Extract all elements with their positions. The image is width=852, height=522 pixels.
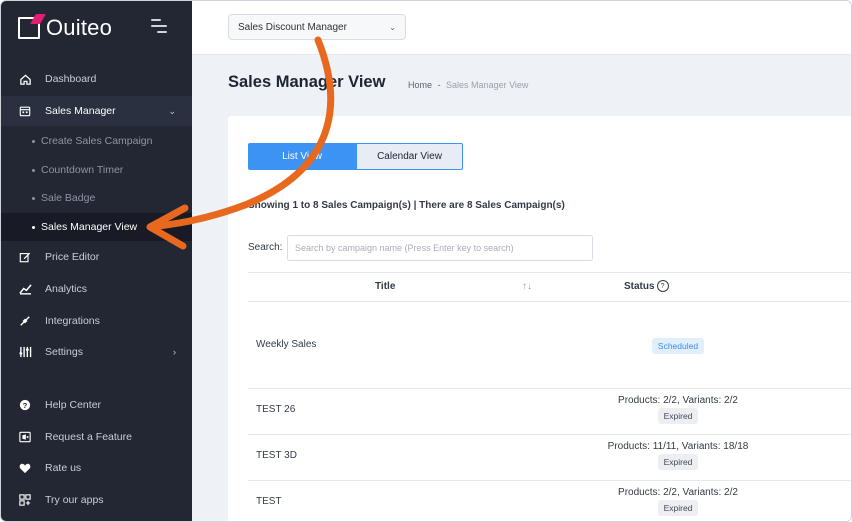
- sidebar-item-label: Try our apps: [45, 494, 104, 506]
- sidebar-item-label: Price Editor: [45, 251, 100, 263]
- sidebar-item-label: Request a Feature: [45, 431, 132, 443]
- row-title: TEST: [256, 496, 282, 507]
- sidebar-item-label: Sales Manager: [45, 105, 116, 117]
- sidebar-item-label: Help Center: [45, 399, 102, 411]
- sidebar-subitem-sales-manager-view[interactable]: Sales Manager View: [1, 213, 192, 241]
- row-title: TEST 26: [256, 404, 296, 415]
- sidebar-subitem-label: Sale Badge: [41, 192, 96, 204]
- menu-toggle-icon[interactable]: [151, 19, 169, 33]
- sidebar-item-label: Dashboard: [45, 73, 97, 85]
- sliders-icon: [18, 345, 32, 359]
- breadcrumb-separator: -: [437, 80, 441, 90]
- status-badge: Scheduled: [651, 338, 705, 354]
- home-icon: [18, 72, 32, 86]
- sidebar-item-request-feature[interactable]: Request a Feature: [1, 422, 192, 452]
- sidebar-item-try-our-apps[interactable]: Try our apps: [1, 485, 192, 515]
- sidebar-item-label: Rate us: [45, 462, 82, 474]
- feature-icon: [18, 430, 32, 444]
- chart-icon: [18, 282, 32, 296]
- status-text: Products: 2/2, Variants: 2/2: [618, 487, 738, 498]
- app-selector-value: Sales Discount Manager: [238, 21, 347, 33]
- breadcrumb-current: Sales Manager View: [446, 80, 529, 90]
- row-title: TEST 3D: [256, 450, 297, 461]
- logo-mark-icon: [18, 17, 40, 39]
- sidebar-item-label: Settings: [45, 346, 83, 358]
- apps-icon: [18, 493, 32, 507]
- page-title: Sales Manager View: [228, 73, 386, 91]
- svg-text:?: ?: [23, 401, 28, 410]
- sidebar-item-sales-manager[interactable]: Sales Manager ⌄: [1, 96, 192, 126]
- tab-list-view[interactable]: List View: [248, 143, 356, 170]
- chevron-down-icon: ⌄: [168, 105, 176, 116]
- sidebar-item-settings[interactable]: Settings ›: [1, 337, 192, 367]
- sidebar-subitem-create-sales-campaign[interactable]: Create Sales Campaign: [1, 127, 192, 155]
- row-status: Products: 11/11, Variants: 18/18 Expired: [578, 441, 778, 470]
- sidebar-item-price-editor[interactable]: Price Editor: [1, 242, 192, 272]
- heart-icon: [18, 461, 32, 475]
- app-window: Ouiteo Dashboard Sales Manager ⌄ Create …: [0, 0, 852, 522]
- help-icon: ?: [18, 398, 32, 412]
- column-header-status-label: Status: [624, 280, 655, 292]
- main-content: Sales Discount Manager ⌄ Sales Manager V…: [192, 1, 851, 521]
- sidebar-subitem-label: Countdown Timer: [41, 164, 124, 176]
- sort-icon[interactable]: ↑↓: [522, 272, 532, 300]
- content-card: List View Calendar View Showing 1 to 8 S…: [228, 116, 851, 521]
- table-row[interactable]: TEST 26 Products: 2/2, Variants: 2/2 Exp…: [248, 389, 851, 435]
- column-header-status: Status ?: [624, 272, 669, 300]
- search-label: Search:: [248, 242, 283, 253]
- tab-calendar-view[interactable]: Calendar View: [356, 143, 463, 170]
- bullet-icon: [32, 196, 35, 200]
- row-status: Scheduled: [578, 336, 778, 354]
- brand-logo[interactable]: Ouiteo: [18, 15, 112, 41]
- brand-name: Ouiteo: [46, 15, 113, 40]
- column-header-title[interactable]: Title: [375, 272, 395, 300]
- results-summary: Showing 1 to 8 Sales Campaign(s) | There…: [248, 200, 565, 211]
- sidebar-subitem-label: Sales Manager View: [41, 221, 138, 233]
- breadcrumb-home[interactable]: Home: [408, 80, 432, 90]
- table-row[interactable]: TEST 3D Products: 11/11, Variants: 18/18…: [248, 435, 851, 481]
- sidebar-item-label: Analytics: [45, 283, 88, 295]
- status-text: Products: 2/2, Variants: 2/2: [618, 395, 738, 406]
- breadcrumb: Home - Sales Manager View: [408, 80, 528, 90]
- row-status: Products: 2/2, Variants: 2/2 Expired: [578, 487, 778, 516]
- sidebar-subitem-countdown-timer[interactable]: Countdown Timer: [1, 156, 192, 184]
- table-header: [248, 272, 851, 302]
- chevron-down-icon: ⌄: [389, 22, 396, 32]
- sidebar-subitem-sale-badge[interactable]: Sale Badge: [1, 184, 192, 212]
- status-badge: Expired: [657, 408, 699, 424]
- status-badge: Expired: [657, 454, 699, 470]
- bullet-icon: [32, 168, 35, 172]
- sidebar-item-rate-us[interactable]: Rate us: [1, 453, 192, 483]
- status-text: Products: 11/11, Variants: 18/18: [607, 441, 749, 452]
- search-input[interactable]: [287, 235, 593, 261]
- bullet-icon: [32, 225, 35, 229]
- table-row[interactable]: TEST Products: 2/2, Variants: 2/2 Expire…: [248, 481, 851, 521]
- row-title: Weekly Sales: [256, 339, 317, 350]
- top-bar: Sales Discount Manager ⌄: [192, 1, 851, 55]
- status-badge: Expired: [657, 500, 699, 516]
- sidebar-item-integrations[interactable]: Integrations: [1, 306, 192, 336]
- calendar-icon: [18, 104, 32, 118]
- edit-icon: [18, 250, 32, 264]
- sidebar-item-dashboard[interactable]: Dashboard: [1, 64, 192, 94]
- bullet-icon: [32, 139, 35, 143]
- help-icon[interactable]: ?: [656, 280, 669, 292]
- plug-icon: [18, 314, 32, 328]
- sidebar-item-analytics[interactable]: Analytics: [1, 274, 192, 304]
- table-row[interactable]: Weekly Sales Scheduled: [248, 301, 851, 389]
- sidebar: Ouiteo Dashboard Sales Manager ⌄ Create …: [1, 1, 192, 521]
- sidebar-item-help-center[interactable]: ? Help Center: [1, 390, 192, 420]
- row-status: Products: 2/2, Variants: 2/2 Expired: [578, 395, 778, 424]
- sidebar-item-label: Integrations: [45, 315, 100, 327]
- chevron-right-icon: ›: [173, 347, 176, 357]
- app-selector[interactable]: Sales Discount Manager ⌄: [228, 14, 406, 40]
- sidebar-subitem-label: Create Sales Campaign: [41, 135, 153, 147]
